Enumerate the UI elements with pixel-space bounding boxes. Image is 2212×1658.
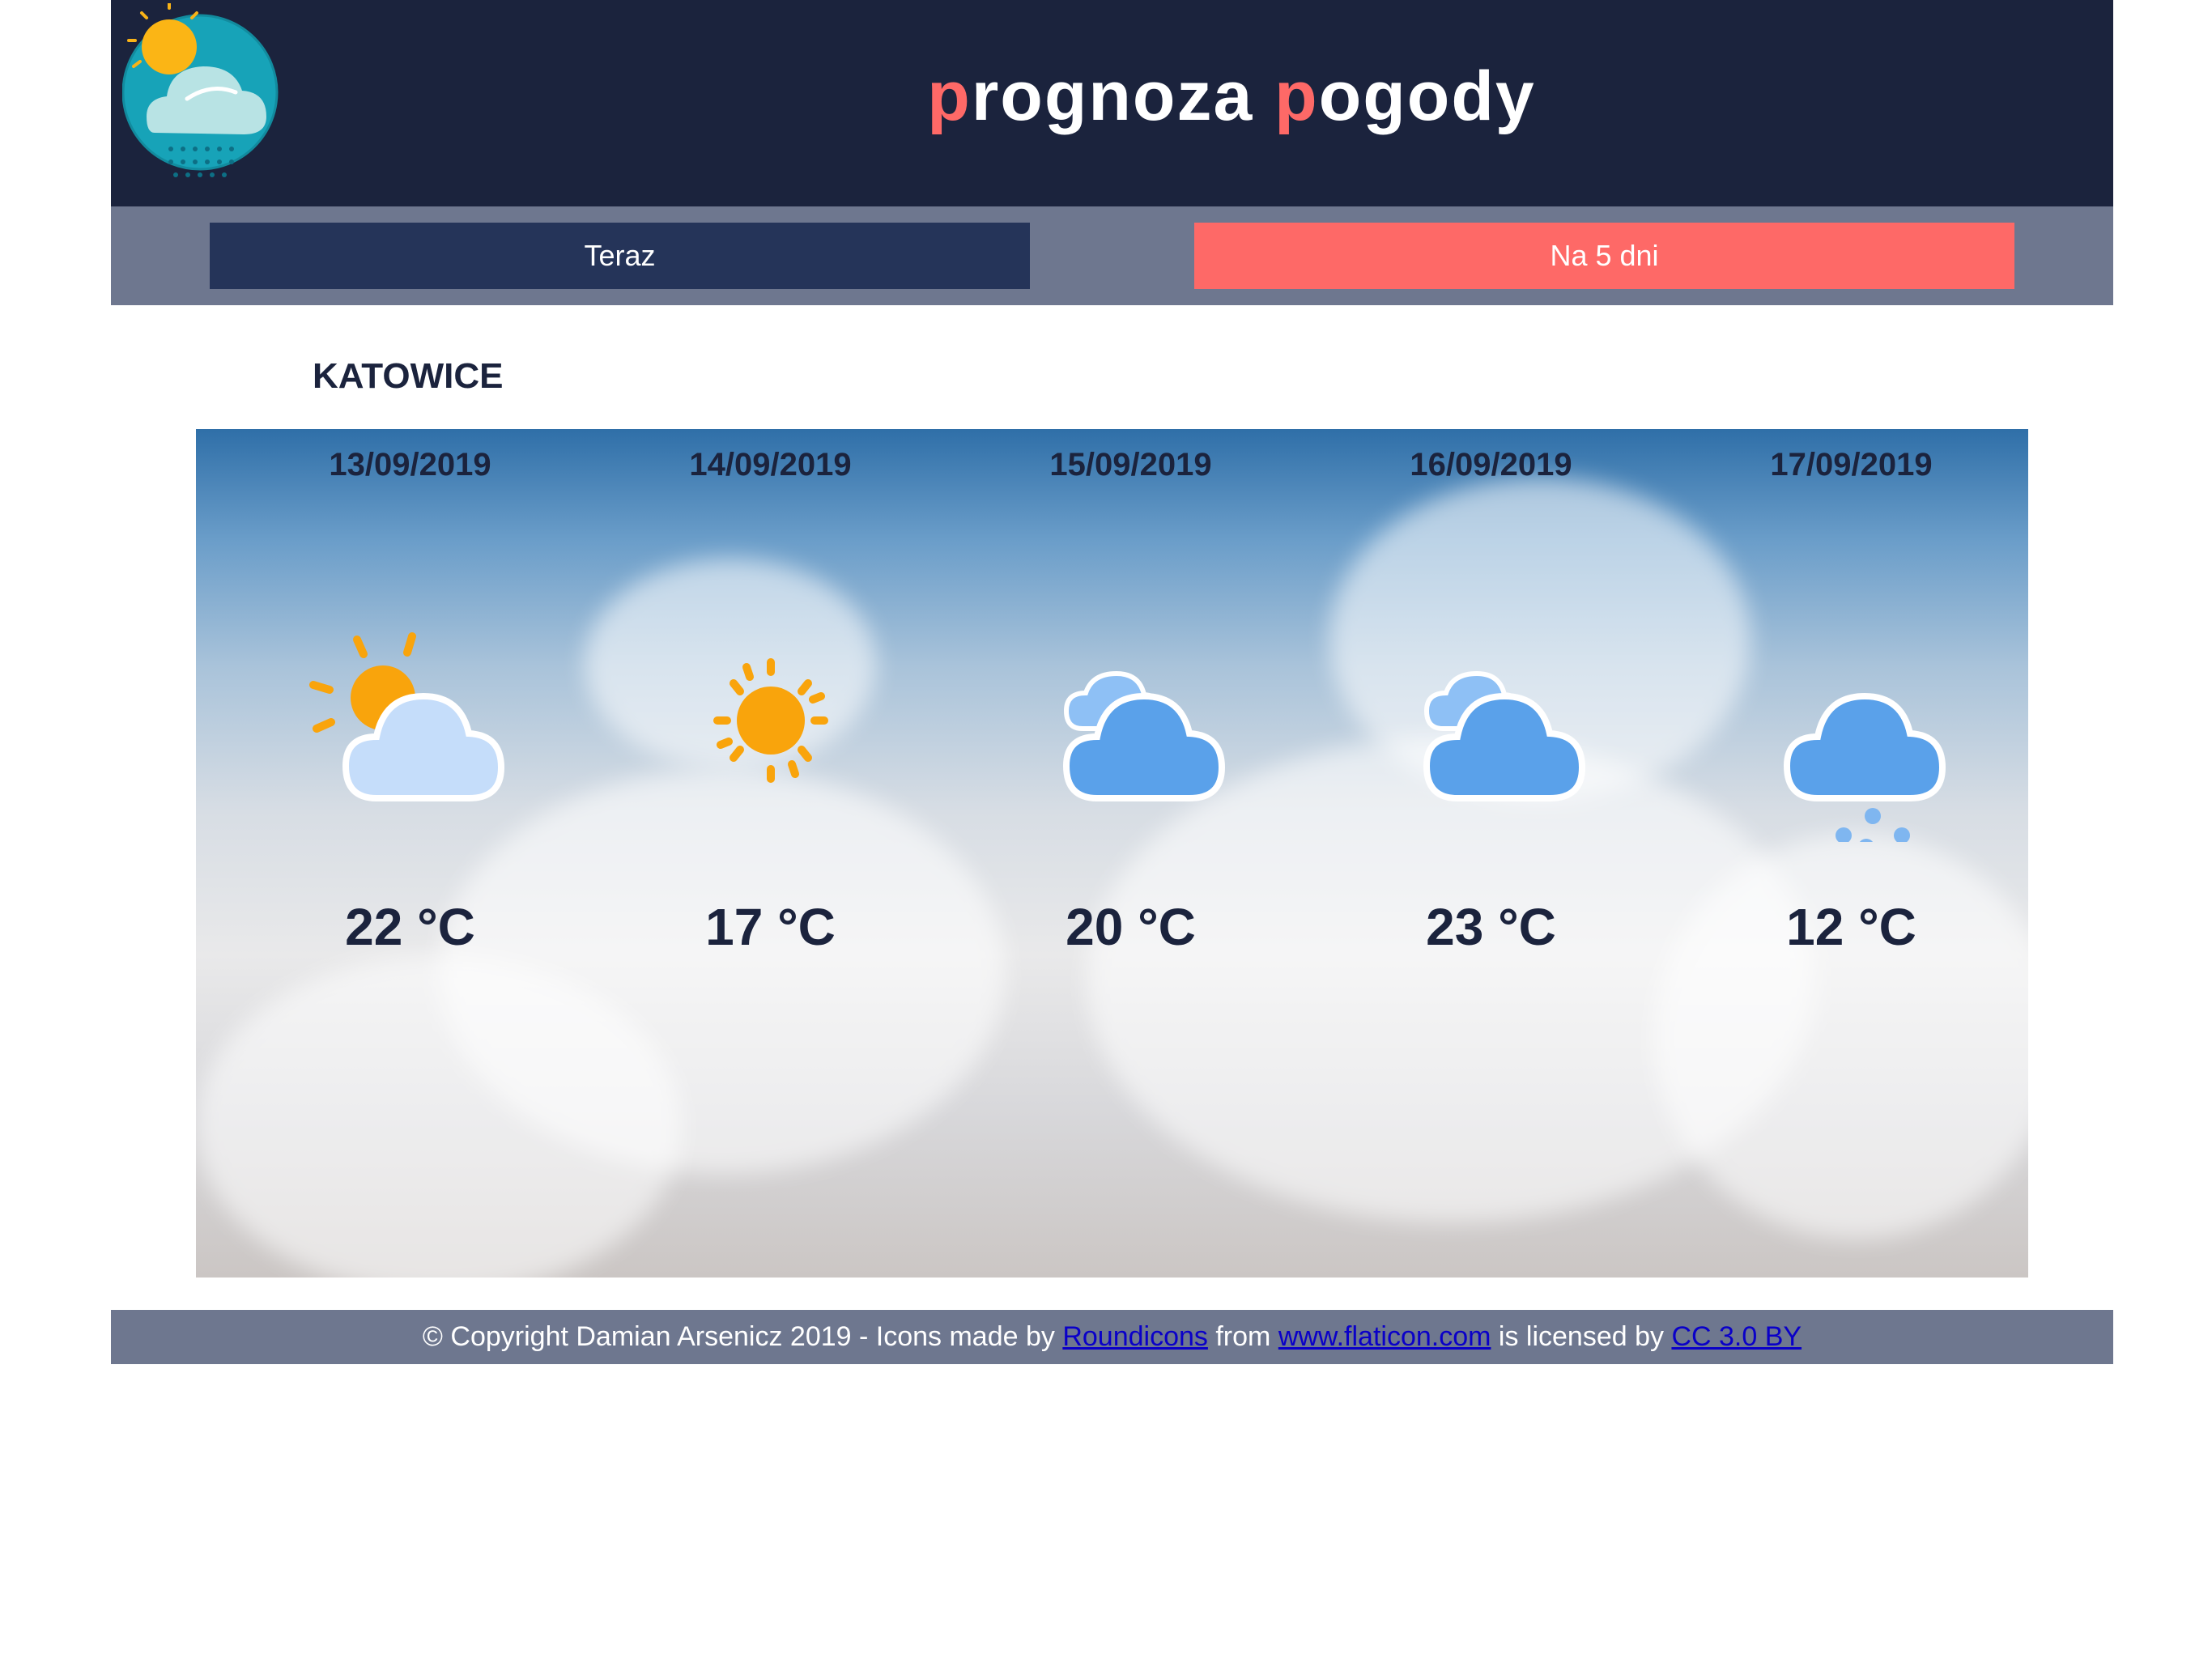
- tab-now[interactable]: Teraz: [210, 223, 1030, 289]
- nav-bar: Teraz Na 5 dni: [111, 206, 2113, 305]
- cloud-puff: [196, 955, 682, 1278]
- footer: © Copyright Damian Arsenicz 2019 - Icons…: [111, 1310, 2113, 1364]
- forecast-date: 16/09/2019: [1410, 447, 1572, 483]
- forecast-date: 14/09/2019: [689, 447, 852, 483]
- footer-text-from: from: [1207, 1321, 1278, 1352]
- forecast-day: 13/09/2019 22 °C: [230, 429, 590, 956]
- forecast-day: 15/09/2019 20 °C: [951, 429, 1311, 956]
- forecast-date: 15/09/2019: [1049, 447, 1212, 483]
- forecast-temp: 20 °C: [1066, 898, 1196, 956]
- partly-sunny-icon: [308, 632, 504, 801]
- roundicons-link[interactable]: Roundicons: [1062, 1321, 1208, 1353]
- flaticon-link[interactable]: www.flaticon.com: [1278, 1321, 1491, 1353]
- license-link[interactable]: CC 3.0 BY: [1671, 1321, 1802, 1353]
- page-wrapper: prognoza pogody Teraz Na 5 dni KATOWICE …: [111, 0, 2113, 1364]
- forecast-day: 14/09/2019 17 °C: [590, 429, 951, 956]
- title-word-2: ogody: [1318, 57, 1536, 135]
- forecast-panel: 13/09/2019 22 °C 14/09/2019 17 °C 15/09/…: [196, 429, 2028, 1278]
- forecast-temp: 17 °C: [705, 898, 836, 956]
- cloudy-icon: [1062, 670, 1225, 801]
- cloudy-icon: [1423, 670, 1585, 801]
- forecast-day: 17/09/2019 12 °C: [1671, 429, 2028, 956]
- forecast-date: 13/09/2019: [329, 447, 491, 483]
- title-accent-letter: p: [1274, 57, 1319, 135]
- city-name: KATOWICE: [313, 356, 504, 396]
- forecast-temp: 23 °C: [1426, 898, 1556, 956]
- footer-text-licensed: is licensed by: [1491, 1321, 1672, 1352]
- title-word-1: rognoza: [971, 57, 1275, 135]
- forecast-day: 16/09/2019 23 °C: [1311, 429, 1671, 956]
- sunny-icon: [713, 658, 828, 783]
- forecast-date: 17/09/2019: [1770, 447, 1933, 483]
- header: prognoza pogody: [111, 0, 2113, 206]
- forecast-temp: 12 °C: [1786, 898, 1916, 956]
- page-title: prognoza pogody: [111, 62, 2113, 131]
- tab-five-days[interactable]: Na 5 dni: [1194, 223, 2014, 289]
- copyright-text: © Copyright Damian Arsenicz 2019 - Icons…: [422, 1321, 1063, 1352]
- snow-icon: [1783, 692, 1946, 842]
- title-accent-letter: p: [927, 57, 972, 135]
- forecast-temp: 22 °C: [345, 898, 475, 956]
